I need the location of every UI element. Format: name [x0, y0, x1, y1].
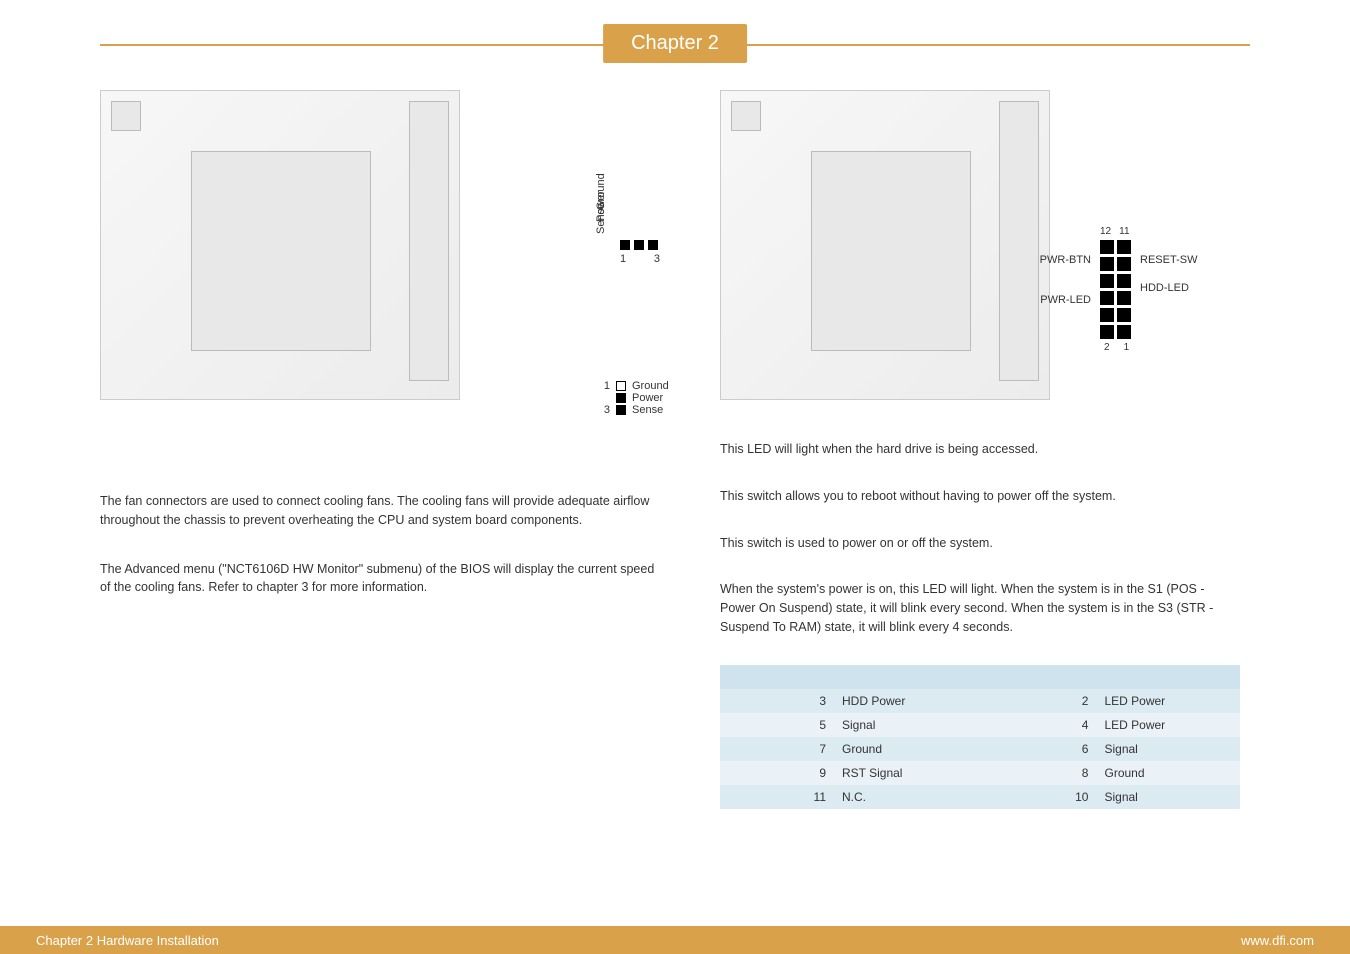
fan-side-pin-diagram: 1Ground Power 3Sense	[600, 380, 669, 416]
fan-side-lab-sense: Sense	[632, 404, 663, 416]
chapter-tab: Chapter 2	[603, 24, 747, 63]
fp-label-reset-sw: RESET-SW	[1140, 254, 1197, 266]
header-bar: Chapter 2	[0, 14, 1350, 54]
fp-num-2: 2	[1104, 342, 1110, 353]
table-row: 7 Ground 6 Signal	[720, 737, 1240, 761]
footer-right: www.dfi.com	[1241, 933, 1314, 948]
reset-sw-text: This switch allows you to reboot without…	[720, 487, 1240, 506]
footer-left: Chapter 2 Hardware Installation	[36, 933, 219, 948]
left-column: Ground Power Sense 1 3 1Ground Power 3Se…	[100, 90, 660, 597]
table-row: 11 N.C. 10 Signal	[720, 785, 1240, 809]
fan-side-lab-power: Power	[632, 392, 663, 404]
motherboard-diagram-right	[720, 90, 1050, 400]
fp-label-pwr-btn: PWR-BTN	[1040, 254, 1091, 266]
pwr-led-text: When the system's power is on, this LED …	[720, 580, 1240, 636]
table-row: 9 RST Signal 8 Ground	[720, 761, 1240, 785]
hdd-led-text: This LED will light when the hard drive …	[720, 440, 1240, 459]
fp-num-12: 12	[1100, 226, 1111, 237]
fp-label-hdd-led: HDD-LED	[1140, 282, 1189, 294]
fan-description-1: The fan connectors are used to connect c…	[100, 492, 660, 530]
fan-top-pin-3: 3	[654, 253, 660, 265]
fp-num-11: 11	[1119, 226, 1129, 237]
fan-top-pin-1: 1	[620, 253, 626, 265]
fan-description-2: The Advanced menu ("NCT6106D HW Monitor"…	[100, 560, 660, 598]
pin-table-body: 3 HDD Power 2 LED Power 5 Signal 4 LED P…	[720, 689, 1240, 809]
pwr-btn-text: This switch is used to power on or off t…	[720, 534, 1240, 553]
fan-top-labels: Ground Power Sense	[607, 198, 660, 234]
fan-side-lab-ground: Ground	[632, 380, 669, 392]
right-column: 12 11 2 1 PWR-BTN PWR-LED RESET-SW HDD-L…	[720, 90, 1240, 809]
fp-label-pwr-led: PWR-LED	[1040, 294, 1091, 306]
table-row: 3 HDD Power 2 LED Power	[720, 689, 1240, 713]
fp-num-1: 1	[1124, 342, 1130, 353]
fan-top-pin-diagram: 1 3	[620, 240, 660, 265]
page-footer: Chapter 2 Hardware Installation www.dfi.…	[0, 926, 1350, 954]
table-row: 5 Signal 4 LED Power	[720, 713, 1240, 737]
fan-top-label-sense: Sense	[595, 203, 607, 234]
front-panel-pin-table: 3 HDD Power 2 LED Power 5 Signal 4 LED P…	[720, 665, 1240, 809]
motherboard-diagram-left	[100, 90, 460, 400]
front-panel-header-diagram: 12 11 2 1 PWR-BTN PWR-LED RESET-SW HDD-L…	[1100, 240, 1131, 339]
